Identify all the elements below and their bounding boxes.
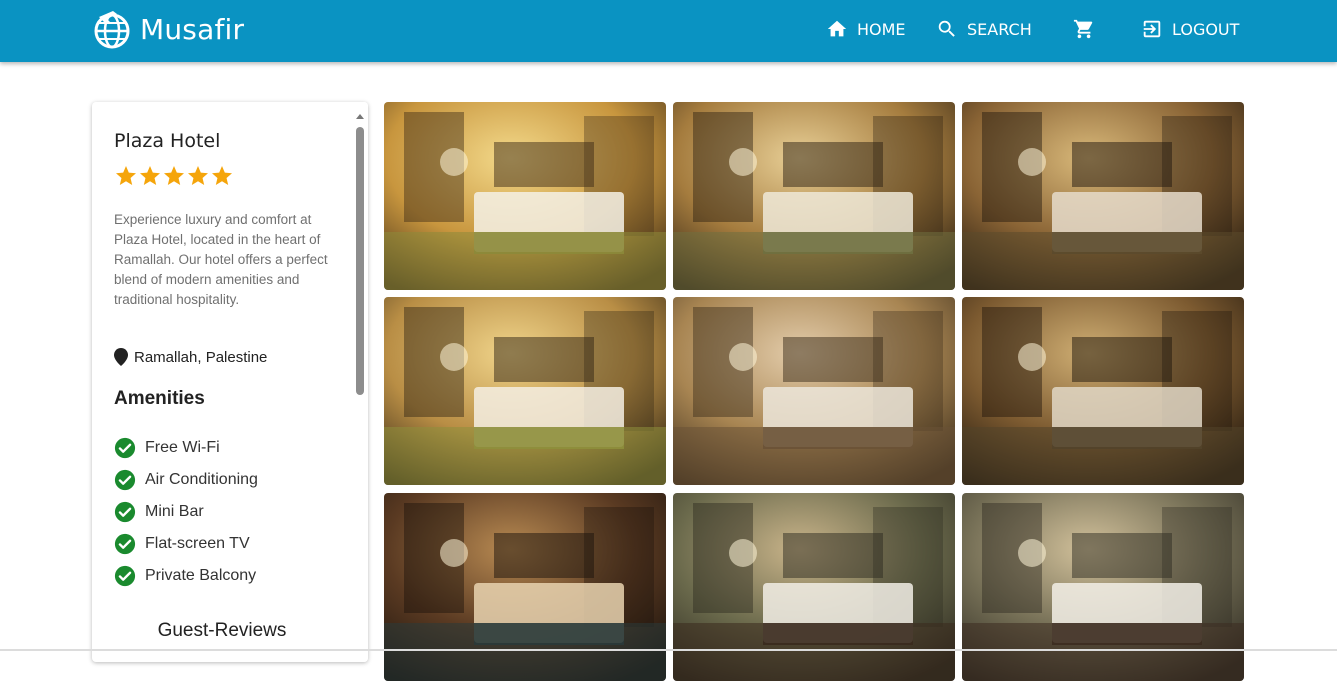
photo-image <box>673 297 955 485</box>
nav-search-button[interactable]: SEARCH <box>936 18 1032 40</box>
check-circle-icon <box>114 565 136 587</box>
amenity-item: Flat-screen TV <box>114 528 258 560</box>
nav-search-label: SEARCH <box>967 19 1032 39</box>
photo-image <box>673 493 955 681</box>
panel-scrollbar[interactable] <box>353 102 368 662</box>
photo-image <box>384 493 666 681</box>
scroll-up-arrow-icon[interactable] <box>356 114 364 119</box>
spa-treatment-room-photo[interactable] <box>673 493 955 681</box>
star-icon <box>188 166 208 185</box>
spa-pool-photo[interactable] <box>384 493 666 681</box>
hotel-name: Plaza Hotel <box>114 130 221 152</box>
check-circle-icon <box>114 469 136 491</box>
check-circle-icon <box>114 501 136 523</box>
star-rating <box>114 164 234 188</box>
star-icon <box>140 166 160 185</box>
photo-image <box>962 102 1244 290</box>
star-icon <box>164 166 184 185</box>
amenity-item: Mini Bar <box>114 496 258 528</box>
suite-lounge-dark-photo[interactable] <box>962 297 1244 485</box>
suite-lounge-photo[interactable] <box>962 102 1244 290</box>
nav-home-button[interactable]: HOME <box>826 18 906 40</box>
photo-image <box>962 297 1244 485</box>
check-circle-icon <box>114 437 136 459</box>
hotel-location: Ramallah, Palestine <box>114 348 267 366</box>
search-icon <box>938 20 955 37</box>
cart-icon <box>1073 19 1093 39</box>
photo-image <box>384 102 666 290</box>
amenity-item: Free Wi-Fi <box>114 432 258 464</box>
bedroom-fisheye-photo[interactable] <box>673 102 955 290</box>
amenity-label: Mini Bar <box>145 503 204 520</box>
amenity-item: Private Balcony <box>114 560 258 592</box>
bedroom-headboards-photo[interactable] <box>384 297 666 485</box>
hotel-description: Experience luxury and comfort at Plaza H… <box>114 212 328 307</box>
globe-plane-icon <box>94 11 130 49</box>
app-bar: Musafir HOME SEARCH LOGOUT <box>0 0 1337 62</box>
photo-image <box>384 297 666 485</box>
home-icon <box>827 20 847 37</box>
suite-sofa-photo[interactable] <box>673 297 955 485</box>
guest-reviews-heading: Guest-Reviews <box>157 620 287 641</box>
photo-image <box>962 493 1244 681</box>
nav-home-label: HOME <box>857 19 906 39</box>
spa-massage-room-photo[interactable] <box>962 493 1244 681</box>
bedroom-twin-beds-photo[interactable] <box>384 102 666 290</box>
check-circle-icon <box>114 533 136 555</box>
amenity-label: Private Balcony <box>145 567 257 584</box>
amenity-label: Flat-screen TV <box>145 535 250 552</box>
amenity-label: Air Conditioning <box>145 471 258 488</box>
amenities-heading: Amenities <box>114 388 205 409</box>
logout-icon <box>1143 20 1161 38</box>
amenities-list: Free Wi-Fi Air Conditioning Mini Bar Flat-s… <box>114 432 258 592</box>
location-label: Ramallah, Palestine <box>134 348 268 366</box>
brand-logo-link[interactable]: Musafir <box>93 9 244 49</box>
scrollbar-thumb[interactable] <box>356 127 364 395</box>
star-icon <box>212 166 232 185</box>
app-name: Musafir <box>140 12 245 46</box>
nav-logout-label: LOGOUT <box>1172 19 1240 39</box>
hotel-details-panel: Plaza Hotel Experience luxury and comfor… <box>92 102 368 662</box>
photo-image <box>673 102 955 290</box>
amenity-label: Free Wi-Fi <box>145 439 220 456</box>
star-icon <box>116 166 136 185</box>
amenity-item: Air Conditioning <box>114 464 258 496</box>
nav-logout-button[interactable]: LOGOUT <box>1141 18 1239 40</box>
location-pin-icon <box>114 348 128 366</box>
nav-cart-button[interactable] <box>1073 18 1095 40</box>
